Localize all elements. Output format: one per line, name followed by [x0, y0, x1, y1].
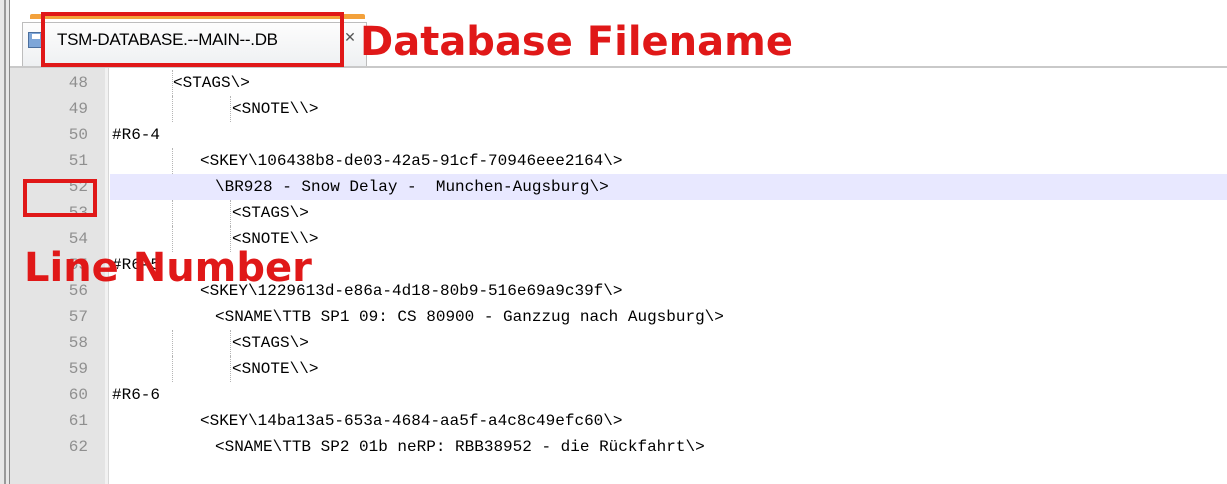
- line-number: 62: [68, 438, 88, 456]
- editor-line[interactable]: 49 <SNOTE\\>: [0, 96, 1227, 122]
- editor-line[interactable]: 51 <SKEY\106438b8-de03-42a5-91cf-70946eee…: [0, 148, 1227, 174]
- line-text[interactable]: \BR928 - Snow Delay - Munchen-Augsburg\>: [215, 174, 609, 200]
- editor-line[interactable]: 59 <SNOTE\\>: [0, 356, 1227, 382]
- indent-guide: [230, 96, 231, 122]
- editor-line[interactable]: 58 <STAGS\>: [0, 330, 1227, 356]
- database-filename-annotation: Database Filename: [360, 19, 793, 65]
- editor-line[interactable]: 57 <SNAME\TTB SP1 09: CS 80900 - Ganzzug …: [0, 304, 1227, 330]
- editor-line[interactable]: 53 <STAGS\>: [0, 200, 1227, 226]
- indent-guide: [230, 200, 231, 226]
- line-text[interactable]: <SNOTE\\>: [232, 96, 318, 122]
- line-number: 49: [68, 100, 88, 118]
- line-text[interactable]: <SKEY\14ba13a5-653a-4684-aa5f-a4c8c49efc…: [200, 408, 622, 434]
- indent-guide: [172, 200, 173, 226]
- line-text[interactable]: <STAGS\>: [232, 330, 309, 356]
- line-text[interactable]: <SNAME\TTB SP2 01b neRP: RBB38952 - die …: [215, 434, 705, 460]
- editor-line[interactable]: 62 <SNAME\TTB SP2 01b neRP: RBB38952 - di…: [0, 434, 1227, 460]
- line-number: 59: [68, 360, 88, 378]
- line-number-annotation: Line Number: [24, 245, 312, 291]
- editor-line[interactable]: 50 #R6-4: [0, 122, 1227, 148]
- line-number: 50: [68, 126, 88, 144]
- indent-guide: [172, 356, 173, 382]
- line-text[interactable]: <STAGS\>: [173, 70, 250, 96]
- line-number-highlight-box: [23, 179, 97, 217]
- indent-guide: [172, 96, 173, 122]
- editor-line[interactable]: 60 #R6-6: [0, 382, 1227, 408]
- line-text[interactable]: #R6-6: [112, 382, 160, 408]
- line-number: 51: [68, 152, 88, 170]
- editor-line[interactable]: 52 \BR928 - Snow Delay - Munchen-Augsburg…: [0, 174, 1227, 200]
- line-number: 57: [68, 308, 88, 326]
- indent-guide: [230, 356, 231, 382]
- line-text[interactable]: <STAGS\>: [232, 200, 309, 226]
- line-text[interactable]: #R6-4: [112, 122, 160, 148]
- indent-guide: [172, 330, 173, 356]
- editor-line[interactable]: 61 <SKEY\14ba13a5-653a-4684-aa5f-a4c8c49e…: [0, 408, 1227, 434]
- line-number: 61: [68, 412, 88, 430]
- window-left-frame: [0, 0, 10, 484]
- line-number: 58: [68, 334, 88, 352]
- line-text[interactable]: <SNOTE\\>: [232, 356, 318, 382]
- line-number: 60: [68, 386, 88, 404]
- indent-guide: [230, 330, 231, 356]
- indent-guide: [172, 148, 173, 174]
- line-number: 48: [68, 74, 88, 92]
- line-text[interactable]: <SNAME\TTB SP1 09: CS 80900 - Ganzzug na…: [215, 304, 724, 330]
- line-text[interactable]: <SKEY\106438b8-de03-42a5-91cf-70946eee21…: [200, 148, 622, 174]
- filename-highlight-box: [41, 12, 344, 67]
- close-icon[interactable]: ✕: [342, 30, 358, 46]
- editor-line[interactable]: 48 <STAGS\>: [0, 70, 1227, 96]
